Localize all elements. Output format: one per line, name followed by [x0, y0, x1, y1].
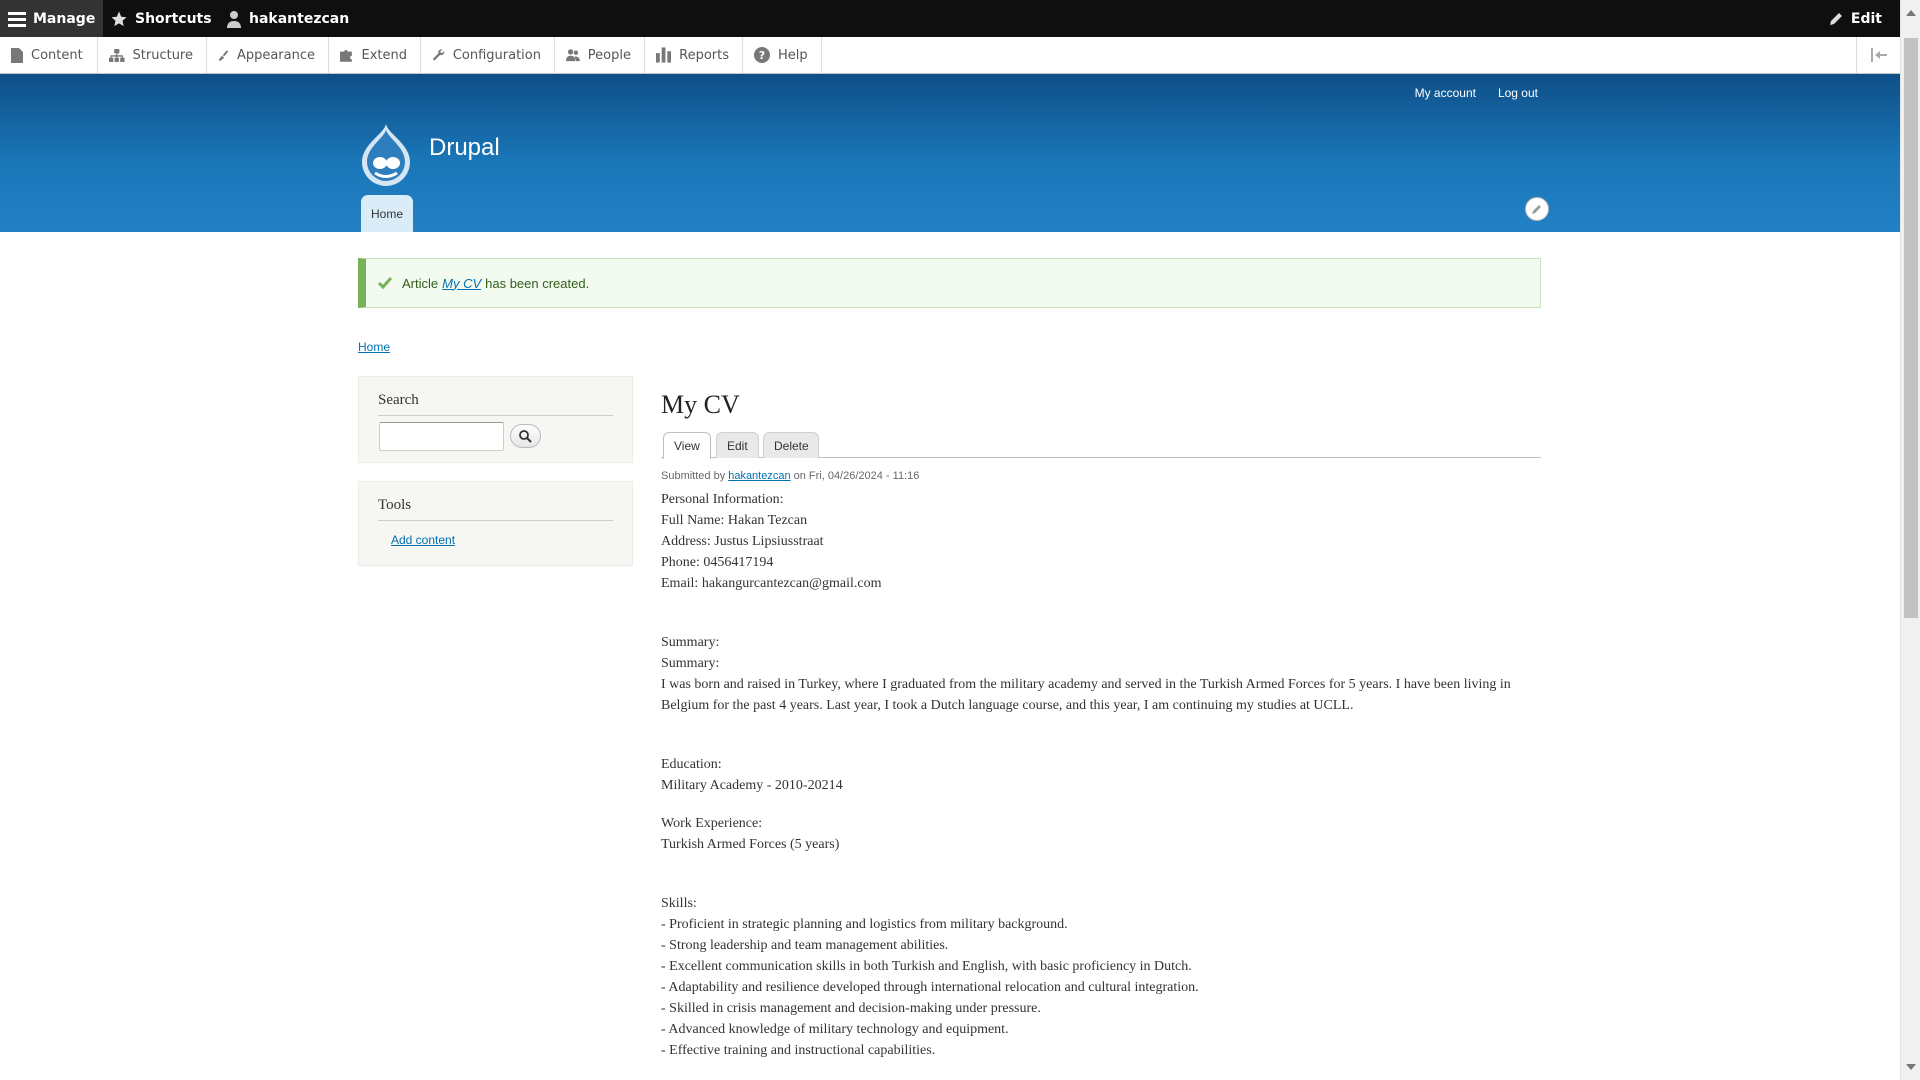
summary-text: I was born and raised in Turkey, where I…: [661, 677, 1511, 713]
article-link[interactable]: My CV: [442, 276, 481, 291]
tray-item-label: Structure: [132, 47, 193, 63]
contextual-edit-button[interactable]: [1525, 197, 1549, 221]
skill-item: - Effective training and instructional c…: [661, 1043, 936, 1058]
skills-heading: Skills:: [661, 896, 697, 911]
tray-item-people[interactable]: People: [555, 37, 645, 73]
user-label: hakantezcan: [249, 10, 350, 27]
email: Email: hakangurcantezcan@gmail.com: [661, 576, 882, 591]
submitted-info: Submitted by hakantezcan on Fri, 04/26/202…: [661, 470, 919, 482]
status-prefix: Article: [402, 275, 439, 291]
admin-tray: Content Structure Appearance Extend Conf…: [0, 37, 1900, 74]
tab-view[interactable]: View: [663, 432, 711, 459]
work-heading: Work Experience:: [661, 816, 763, 831]
admin-toolbar: Manage Shortcuts hakantezcan Edit: [0, 0, 1900, 37]
orientation-toggle-button[interactable]: [1856, 37, 1900, 73]
primary-menu-home[interactable]: Home: [361, 195, 413, 232]
page-scrollbar[interactable]: [1900, 0, 1920, 1080]
author-link[interactable]: hakantezcan: [728, 470, 790, 482]
shortcuts-button[interactable]: Shortcuts: [110, 0, 212, 37]
skill-item: - Adaptability and resilience developed …: [661, 980, 1199, 995]
user-button[interactable]: hakantezcan: [226, 0, 349, 37]
people-icon: [566, 49, 580, 62]
hamburger-icon: [8, 11, 26, 27]
phone: Phone: 0456417194: [661, 555, 774, 570]
search-block-title: Search: [378, 377, 613, 416]
paintbrush-icon: [218, 50, 229, 62]
wrench-icon: [432, 49, 445, 61]
svg-text:?: ?: [759, 49, 765, 62]
search-input[interactable]: [379, 422, 504, 451]
secondary-menu: My account Log out: [1415, 86, 1538, 100]
pencil-icon: [1532, 205, 1541, 214]
skill-item: - Skilled in crisis management and decis…: [661, 1001, 1041, 1016]
tray-item-label: Appearance: [236, 47, 315, 63]
status-suffix: has been created.: [485, 275, 590, 291]
education-heading: Education:: [661, 757, 722, 772]
scroll-up-arrow[interactable]: [1906, 10, 1916, 16]
tray-item-label: Help: [778, 47, 808, 63]
skill-item: - Excellent communication skills in both…: [661, 959, 1192, 974]
skill-item: - Strong leadership and team management …: [661, 938, 949, 953]
drupal-drop-icon: [362, 124, 410, 186]
scroll-down-arrow[interactable]: [1906, 1064, 1916, 1070]
submitted-prefix: Submitted by: [661, 470, 726, 482]
tray-item-structure[interactable]: Structure: [98, 37, 207, 73]
status-message: Article My CV has been created.: [358, 258, 1541, 308]
address: Address: Justus Lipsiusstraat: [661, 534, 824, 549]
work-text: Turkish Armed Forces (5 years): [661, 837, 840, 852]
drupal-logo[interactable]: [358, 122, 414, 190]
summary-heading: Summary:: [661, 656, 720, 671]
tray-item-label: Content: [31, 47, 83, 63]
search-block: Search: [358, 376, 633, 463]
search-button[interactable]: [510, 424, 541, 448]
add-content-link[interactable]: Add content: [391, 533, 455, 547]
skill-item: - Proficient in strategic planning and l…: [661, 917, 1068, 932]
page-title: My CV: [661, 390, 740, 419]
edit-mode-button[interactable]: Edit: [1828, 0, 1882, 37]
tray-item-help[interactable]: ? Help: [743, 37, 822, 73]
skill-item: - Advanced knowledge of military technol…: [661, 1022, 1009, 1037]
local-tasks-tabs: View Edit Delete: [661, 432, 1541, 459]
star-icon: [111, 11, 127, 26]
education-text: Military Academy - 2010-20214: [661, 778, 843, 793]
scrollbar-thumb[interactable]: [1904, 38, 1918, 618]
tray-item-configuration[interactable]: Configuration: [421, 37, 555, 73]
tray-item-content[interactable]: Content: [0, 37, 98, 73]
tray-item-label: Extend: [361, 47, 408, 63]
search-icon: [519, 429, 532, 443]
personal-heading: Personal Information:: [661, 492, 784, 507]
breadcrumb-home[interactable]: Home: [358, 340, 390, 354]
checkmark-icon: [378, 277, 392, 289]
site-name[interactable]: Drupal: [429, 134, 500, 162]
node-body: Personal Information: Full Name: Hakan T…: [661, 489, 1541, 1061]
log-out-link[interactable]: Log out: [1498, 86, 1538, 100]
tray-item-reports[interactable]: Reports: [645, 37, 743, 73]
site-header: My account Log out Drupal Home: [0, 74, 1900, 232]
bar-chart-icon: [656, 47, 672, 63]
tools-block-title: Tools: [378, 482, 613, 521]
help-icon: ?: [754, 47, 770, 63]
user-icon: [227, 10, 241, 28]
puzzle-icon: [340, 49, 352, 62]
edit-label: Edit: [1850, 10, 1882, 27]
tray-item-label: Reports: [679, 47, 729, 63]
tray-item-label: People: [587, 47, 631, 63]
tray-item-label: Configuration: [452, 47, 541, 63]
full-name: Full Name: Hakan Tezcan: [661, 513, 808, 528]
sitemap-icon: [109, 48, 125, 62]
manage-button[interactable]: Manage: [0, 0, 103, 37]
tray-item-extend[interactable]: Extend: [329, 37, 421, 73]
document-icon: [11, 47, 23, 63]
tray-item-appearance[interactable]: Appearance: [207, 37, 329, 73]
shortcuts-label: Shortcuts: [135, 10, 212, 27]
tools-block: Tools Add content: [358, 481, 633, 566]
tab-delete[interactable]: Delete: [763, 432, 819, 458]
my-account-link[interactable]: My account: [1415, 86, 1476, 100]
manage-label: Manage: [33, 10, 96, 27]
summary-heading: Summary:: [661, 635, 720, 650]
collapse-arrow-icon: [1870, 48, 1887, 62]
pencil-icon: [1829, 12, 1842, 25]
submitted-date: on Fri, 04/26/2024 - 11:16: [793, 470, 920, 482]
tab-edit[interactable]: Edit: [716, 432, 759, 458]
